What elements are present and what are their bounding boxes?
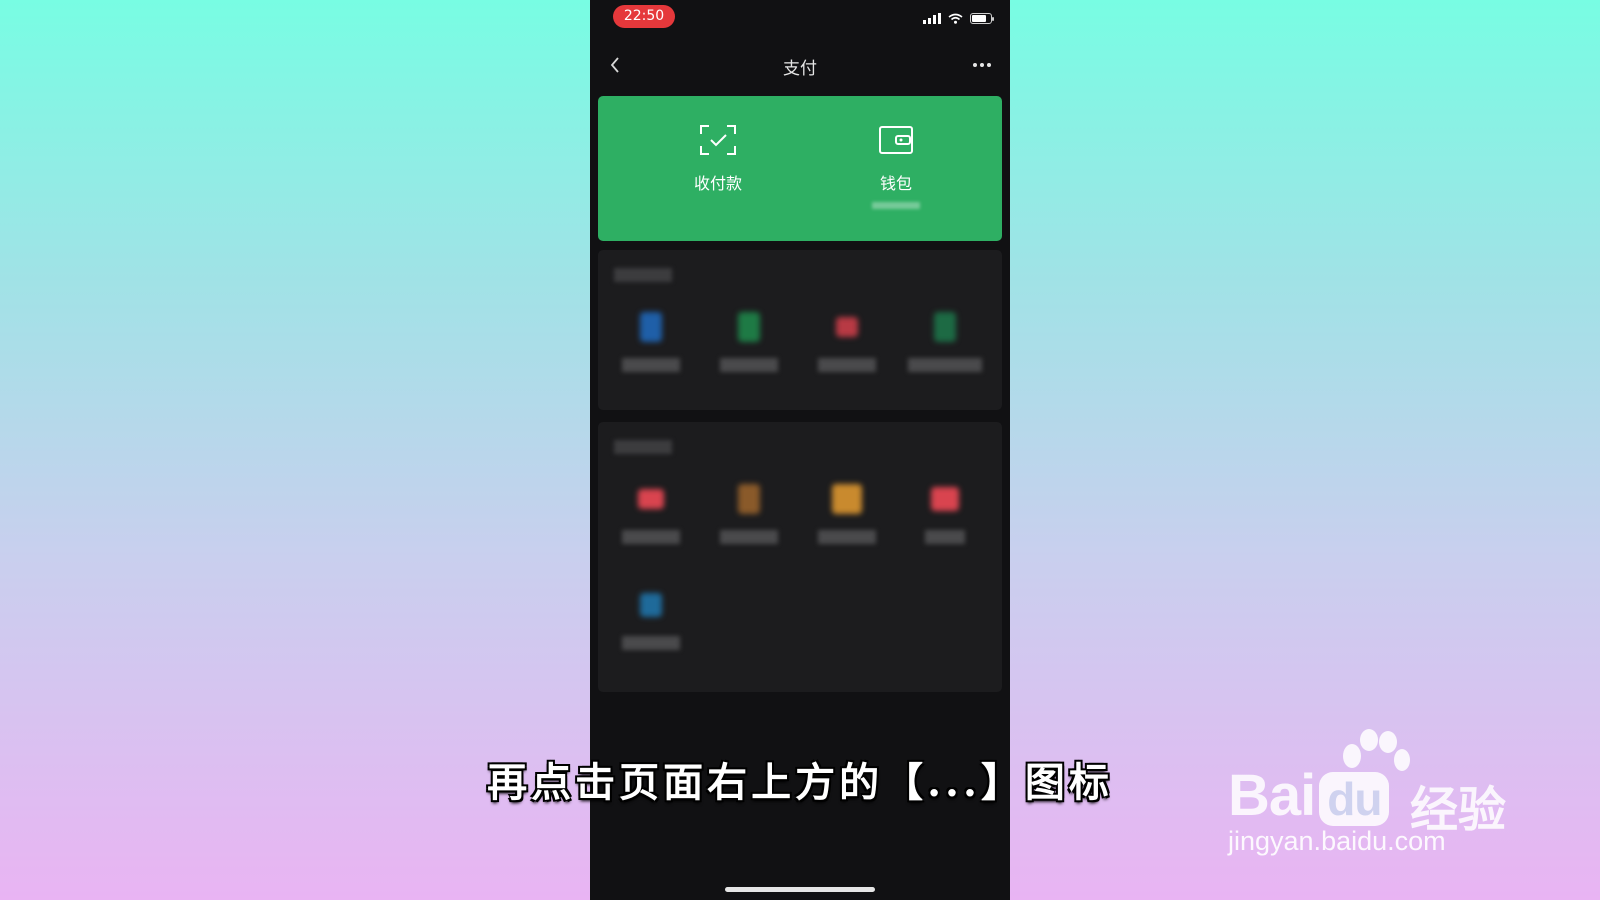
service-icon: [738, 484, 760, 514]
page-title: 支付: [783, 59, 817, 79]
more-dot: [987, 63, 991, 67]
service-label-blurred: [925, 530, 965, 544]
more-button[interactable]: [966, 52, 998, 78]
wallet-icon: [879, 126, 913, 154]
wallet-balance-blurred: [872, 202, 920, 209]
signal-icon: [923, 12, 941, 24]
battery-icon: [970, 12, 994, 24]
status-time: 22:50: [613, 5, 675, 28]
more-dot: [973, 63, 977, 67]
service-label-blurred: [720, 358, 778, 372]
receive-pay-button[interactable]: 收付款: [658, 124, 778, 194]
service-icon: [640, 312, 662, 342]
section-title-blurred: [614, 268, 672, 282]
service-icon: [836, 317, 858, 337]
scan-check-icon: [700, 125, 736, 155]
service-label-blurred: [622, 358, 680, 372]
baidu-watermark: Bai du 经验 jingyan.baidu.com: [1228, 728, 1558, 868]
service-item[interactable]: [706, 484, 792, 544]
service-label-blurred: [818, 530, 876, 544]
service-icon: [832, 484, 862, 514]
service-label-blurred: [622, 636, 680, 650]
service-icon: [931, 487, 959, 511]
services-section-1: [598, 250, 1002, 410]
service-item[interactable]: [608, 312, 694, 372]
home-indicator: [725, 887, 875, 892]
more-dot: [980, 63, 984, 67]
service-item[interactable]: [804, 312, 890, 372]
service-item[interactable]: [608, 590, 694, 650]
service-icon: [640, 593, 662, 617]
service-item[interactable]: [902, 312, 988, 372]
service-icon: [934, 312, 956, 342]
service-label-blurred: [908, 358, 982, 372]
status-icons: [923, 10, 994, 26]
pay-card: 收付款 钱包: [598, 96, 1002, 241]
service-item[interactable]: [902, 484, 988, 544]
section-title-blurred: [614, 440, 672, 454]
wallet-label: 钱包: [879, 174, 912, 193]
baidu-logo-text: Bai du: [1228, 762, 1390, 829]
service-item[interactable]: [706, 312, 792, 372]
services-section-2: [598, 422, 1002, 692]
wallet-button[interactable]: 钱包: [836, 124, 956, 209]
service-icon: [738, 312, 760, 342]
service-label-blurred: [818, 358, 876, 372]
service-icon: [638, 489, 664, 509]
service-item[interactable]: [608, 484, 694, 544]
wifi-icon: [948, 13, 963, 24]
service-label-blurred: [622, 530, 680, 544]
watermark-url: jingyan.baidu.com: [1228, 826, 1446, 856]
receive-pay-label: 收付款: [693, 174, 742, 193]
service-label-blurred: [720, 530, 778, 544]
service-item[interactable]: [804, 484, 890, 544]
nav-bar: 支付: [590, 44, 1010, 88]
